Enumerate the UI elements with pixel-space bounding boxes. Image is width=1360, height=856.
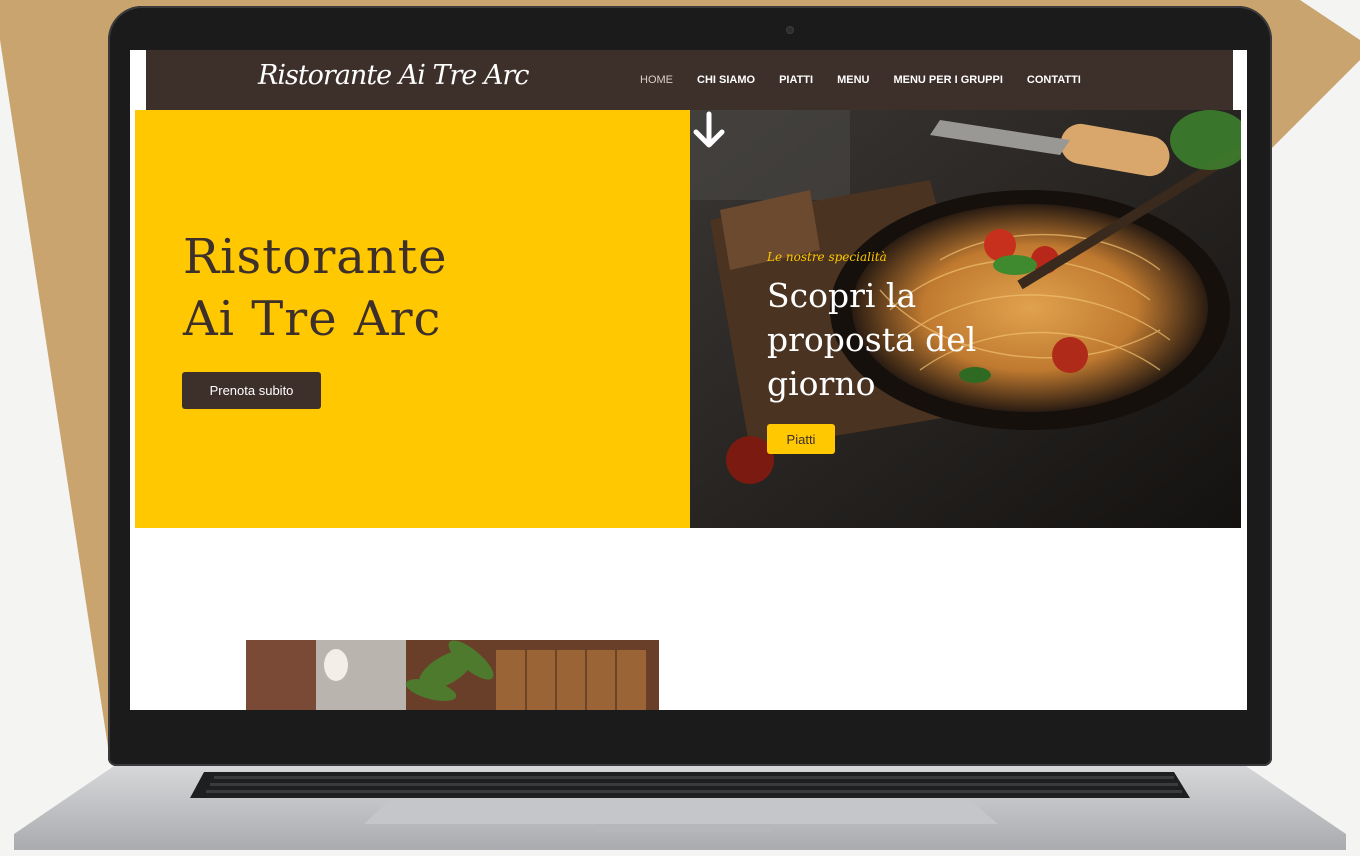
feature-headline-line-3: giorno <box>767 364 876 403</box>
restaurant-interior-photo <box>246 640 659 710</box>
dishes-button[interactable]: Piatti <box>767 424 835 454</box>
site-header: Ristorante Ai Tre Arc HOME CHI SIAMO PIA… <box>146 50 1233 110</box>
nav-home[interactable]: HOME <box>640 74 673 86</box>
nav-chi-siamo[interactable]: CHI SIAMO <box>697 74 755 86</box>
book-now-button[interactable]: Prenota subito <box>182 372 321 409</box>
feature-headline-line-1: Scopri la <box>767 276 917 315</box>
nav-piatti[interactable]: PIATTI <box>779 74 813 86</box>
hero-panel: Ristorante Ai Tre Arc Prenota subito <box>135 110 690 528</box>
browser-viewport: Ristorante Ai Tre Arc HOME CHI SIAMO PIA… <box>130 50 1247 710</box>
nav-contatti[interactable]: CONTATTI <box>1027 74 1081 86</box>
main-nav: HOME CHI SIAMO PIATTI MENU MENU PER I GR… <box>640 50 1081 110</box>
feature-kicker: Le nostre specialità <box>767 250 887 264</box>
nav-menu[interactable]: MENU <box>837 74 869 86</box>
hero-title: Ristorante Ai Tre Arc <box>183 226 583 350</box>
hero-title-line-1: Ristorante <box>183 229 448 285</box>
feature-headline-line-2: proposta del <box>767 320 977 359</box>
nav-menu-gruppi[interactable]: MENU PER I GRUPPI <box>893 74 1002 86</box>
webcam-icon <box>786 26 794 34</box>
feature-headline: Scopri la proposta del giorno <box>767 274 1027 406</box>
feature-panel: Le nostre specialità Scopri la proposta … <box>690 110 1241 528</box>
site-logo[interactable]: Ristorante Ai Tre Arc <box>258 60 529 91</box>
arrow-down-icon[interactable] <box>690 110 728 150</box>
laptop-base <box>14 766 1346 850</box>
hero-title-line-2: Ai Tre Arc <box>183 291 442 347</box>
